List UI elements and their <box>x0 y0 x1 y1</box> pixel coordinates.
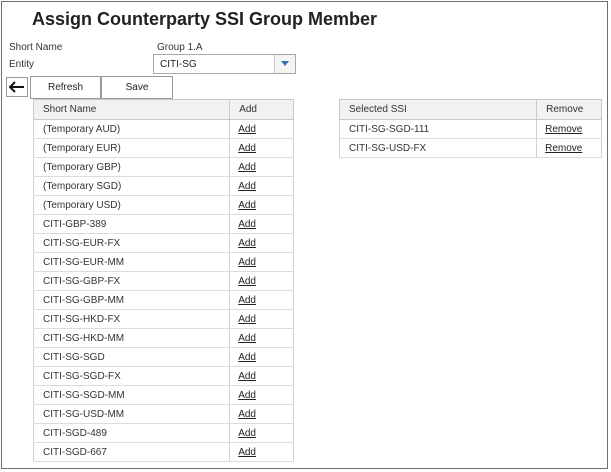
table-row: CITI-SG-EUR-FX Add <box>32 233 294 253</box>
save-button[interactable]: Save <box>101 76 173 99</box>
add-link[interactable]: Add <box>238 200 256 211</box>
add-link[interactable]: Add <box>238 181 256 192</box>
add-link[interactable]: Add <box>238 238 256 249</box>
add-link[interactable]: Add <box>238 257 256 268</box>
column-header-remove[interactable]: Remove <box>536 99 602 120</box>
add-link[interactable]: Add <box>238 409 256 420</box>
ssi-name-cell: CITI-SG-EUR-MM <box>32 252 231 272</box>
add-link[interactable]: Add <box>238 124 256 135</box>
ssi-name-cell: CITI-SG-EUR-FX <box>32 233 231 253</box>
ssi-name-cell: CITI-SG-SGD-111 <box>338 119 538 139</box>
ssi-name-cell: (Temporary SGD) <box>32 176 231 196</box>
add-cell: Add <box>229 176 294 196</box>
table-row: CITI-SG-SGD-111 Remove <box>338 119 602 139</box>
table-row: (Temporary GBP) Add <box>32 157 294 177</box>
add-cell: Add <box>229 214 294 234</box>
selected-ssi-table: Selected SSI Remove CITI-SG-SGD-111 Remov… <box>338 99 602 158</box>
refresh-button[interactable]: Refresh <box>30 76 101 99</box>
table-row: CITI-SG-SGD-MM Add <box>32 385 294 405</box>
add-link[interactable]: Add <box>238 143 256 154</box>
entity-select[interactable]: CITI-SG <box>153 54 296 74</box>
ssi-name-cell: CITI-SG-USD-MM <box>32 404 231 424</box>
add-link[interactable]: Add <box>238 162 256 173</box>
add-cell: Add <box>229 347 294 367</box>
add-cell: Add <box>229 423 294 443</box>
entity-label: Entity <box>9 59 35 70</box>
table-row: CITI-SG-USD-FX Remove <box>338 138 602 158</box>
ssi-name-cell: (Temporary USD) <box>32 195 231 215</box>
add-link[interactable]: Add <box>238 219 256 230</box>
ssi-name-cell: CITI-SG-SGD <box>32 347 231 367</box>
ssi-name-cell: (Temporary GBP) <box>32 157 231 177</box>
table-row: CITI-SG-HKD-MM Add <box>32 328 294 348</box>
ssi-name-cell: CITI-SG-USD-FX <box>338 138 538 158</box>
add-cell: Add <box>229 271 294 291</box>
table-row: (Temporary AUD) Add <box>32 119 294 139</box>
remove-link[interactable]: Remove <box>545 124 582 135</box>
add-link[interactable]: Add <box>238 295 256 306</box>
table-row: (Temporary SGD) Add <box>32 176 294 196</box>
add-cell: Add <box>229 309 294 329</box>
arrow-left-icon <box>9 81 24 93</box>
ssi-name-cell: CITI-SG-HKD-MM <box>32 328 231 348</box>
add-cell: Add <box>229 195 294 215</box>
column-header-selected-ssi[interactable]: Selected SSI <box>338 99 538 120</box>
add-link[interactable]: Add <box>238 352 256 363</box>
add-cell: Add <box>229 404 294 424</box>
add-link[interactable]: Add <box>238 314 256 325</box>
add-cell: Add <box>229 157 294 177</box>
add-cell: Add <box>229 328 294 348</box>
add-link[interactable]: Add <box>238 333 256 344</box>
add-cell: Add <box>229 252 294 272</box>
short-name-label: Short Name <box>9 42 63 53</box>
table-row: CITI-SGD-489 Add <box>32 423 294 443</box>
table-row: CITI-SG-EUR-MM Add <box>32 252 294 272</box>
add-link[interactable]: Add <box>238 447 256 458</box>
ssi-name-cell: (Temporary EUR) <box>32 138 231 158</box>
table-row: CITI-SG-HKD-FX Add <box>32 309 294 329</box>
add-cell: Add <box>229 290 294 310</box>
page-title: Assign Counterparty SSI Group Member <box>32 9 378 29</box>
column-header-add[interactable]: Add <box>229 99 294 120</box>
table-row: CITI-GBP-389 Add <box>32 214 294 234</box>
entity-select-value: CITI-SG <box>160 59 197 70</box>
add-link[interactable]: Add <box>238 276 256 287</box>
add-link[interactable]: Add <box>238 428 256 439</box>
add-cell: Add <box>229 442 294 462</box>
table-row: CITI-SGD-667 Add <box>32 442 294 462</box>
dialog-frame: Assign Counterparty SSI Group Member Sho… <box>1 1 608 469</box>
add-cell: Add <box>229 366 294 386</box>
add-link[interactable]: Add <box>238 371 256 382</box>
remove-cell: Remove <box>536 119 602 139</box>
add-link[interactable]: Add <box>238 390 256 401</box>
table-row: (Temporary USD) Add <box>32 195 294 215</box>
ssi-name-cell: (Temporary AUD) <box>32 119 231 139</box>
add-cell: Add <box>229 138 294 158</box>
add-cell: Add <box>229 385 294 405</box>
column-header-short-name[interactable]: Short Name <box>32 99 231 120</box>
table-row: CITI-SG-SGD Add <box>32 347 294 367</box>
ssi-name-cell: CITI-SG-SGD-MM <box>32 385 231 405</box>
table-row: CITI-SG-SGD-FX Add <box>32 366 294 386</box>
add-cell: Add <box>229 233 294 253</box>
ssi-name-cell: CITI-GBP-389 <box>32 214 231 234</box>
table-row: CITI-SG-USD-MM Add <box>32 404 294 424</box>
table-row: (Temporary EUR) Add <box>32 138 294 158</box>
remove-cell: Remove <box>536 138 602 158</box>
table-row: CITI-SG-GBP-FX Add <box>32 271 294 291</box>
add-cell: Add <box>229 119 294 139</box>
remove-link[interactable]: Remove <box>545 143 582 154</box>
ssi-name-cell: CITI-SGD-489 <box>32 423 231 443</box>
dropdown-toggle[interactable] <box>274 55 295 73</box>
ssi-name-cell: CITI-SG-SGD-FX <box>32 366 231 386</box>
ssi-name-cell: CITI-SG-HKD-FX <box>32 309 231 329</box>
ssi-name-cell: CITI-SG-GBP-FX <box>32 271 231 291</box>
back-button[interactable] <box>6 77 28 97</box>
ssi-name-cell: CITI-SG-GBP-MM <box>32 290 231 310</box>
ssi-name-cell: CITI-SGD-667 <box>32 442 231 462</box>
table-row: CITI-SG-GBP-MM Add <box>32 290 294 310</box>
available-ssi-table: Short Name Add (Temporary AUD) Add (Tempor… <box>32 99 294 462</box>
short-name-value: Group 1.A <box>157 42 203 53</box>
chevron-down-icon <box>281 61 289 66</box>
